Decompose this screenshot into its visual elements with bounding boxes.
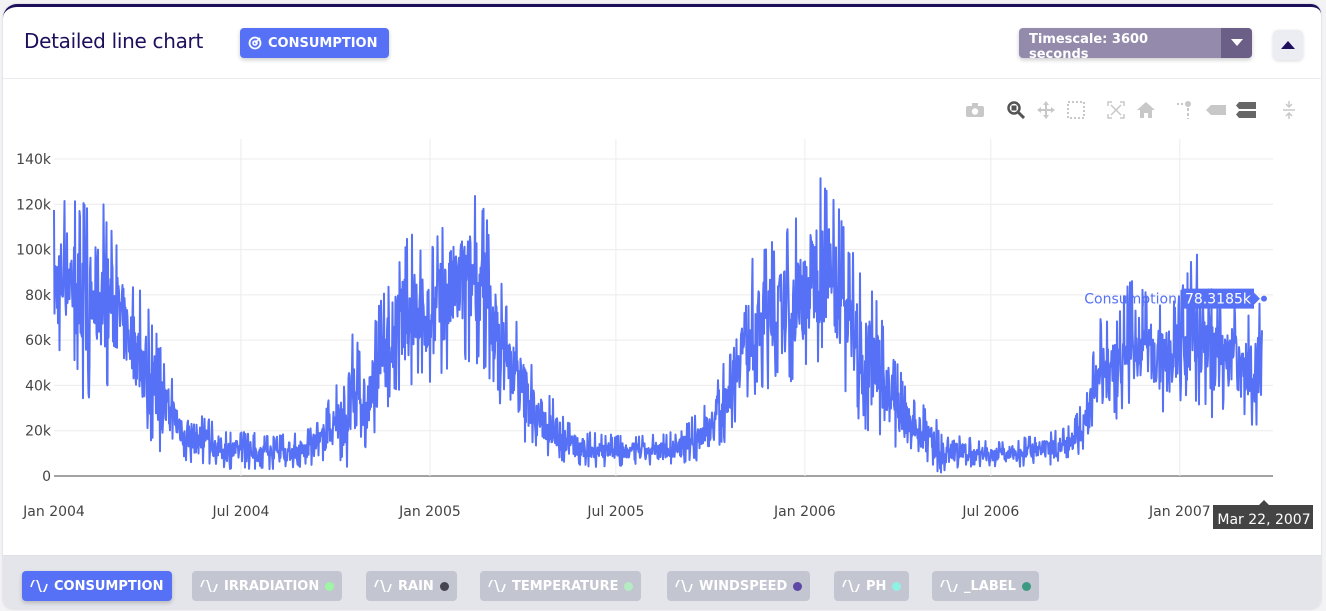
- y-tick-label: 60k: [25, 333, 52, 349]
- y-tick-label: 0: [42, 469, 51, 485]
- badge-label: CONSUMPTION: [268, 35, 378, 51]
- legend-item-label[interactable]: _LABEL: [932, 571, 1039, 601]
- chevron-up-icon: [1281, 41, 1295, 49]
- consumption-series-line: [53, 177, 1263, 474]
- legend-item-consumption[interactable]: CONSUMPTION: [22, 571, 172, 601]
- y-tick-label: 140k: [16, 152, 52, 168]
- timescale-dropdown[interactable]: Timescale: 3600 seconds: [1019, 28, 1252, 58]
- series-legend: CONSUMPTION IRRADIATION RAIN TEMPERATURE WIN…: [3, 555, 1321, 609]
- collapse-button[interactable]: [1273, 30, 1303, 60]
- x-tick-label: Jul 2005: [586, 504, 644, 520]
- series-color-dot: [439, 581, 449, 591]
- x-tick-label: Jan 2004: [22, 504, 85, 520]
- x-tick-label: Jan 2005: [398, 504, 461, 520]
- chevron-down-icon[interactable]: [1221, 28, 1252, 58]
- hover-value: 78.3185k: [1185, 292, 1252, 308]
- target-icon: [248, 36, 262, 50]
- y-tick-label: 120k: [16, 197, 52, 213]
- legend-item-windspeed[interactable]: WINDSPEED: [667, 571, 811, 601]
- hover-date: Mar 22, 2007: [1217, 512, 1310, 528]
- legend-label: IRRADIATION: [224, 578, 320, 594]
- legend-label: TEMPERATURE: [512, 578, 619, 594]
- legend-item-irradiation[interactable]: IRRADIATION: [192, 571, 343, 601]
- legend-label: _LABEL: [964, 578, 1016, 594]
- x-tick-label: Jan 2007: [1148, 504, 1211, 520]
- hover-point: [1261, 295, 1267, 302]
- series-color-dot: [624, 581, 634, 591]
- legend-label: WINDSPEED: [699, 578, 788, 594]
- wave-icon: [374, 580, 392, 592]
- hover-series-name: Consumption: [1084, 292, 1177, 308]
- legend-item-temperature[interactable]: TEMPERATURE: [480, 571, 642, 601]
- wave-icon: [488, 580, 506, 592]
- legend-label: CONSUMPTION: [54, 578, 164, 594]
- card-header: Detailed line chart CONSUMPTION Timescal…: [3, 7, 1321, 79]
- y-tick-label: 20k: [25, 424, 52, 440]
- wave-icon: [30, 580, 48, 592]
- series-color-dot: [892, 581, 902, 591]
- legend-label: PH: [866, 578, 887, 594]
- series-color-dot: [793, 581, 803, 591]
- legend-label: RAIN: [398, 578, 434, 594]
- y-tick-label: 40k: [25, 378, 52, 394]
- wave-icon: [842, 580, 860, 592]
- consumption-badge[interactable]: CONSUMPTION: [240, 28, 389, 58]
- y-tick-label: 80k: [25, 288, 52, 304]
- chart-card: Detailed line chart CONSUMPTION Timescal…: [3, 4, 1321, 609]
- legend-item-ph[interactable]: PH: [834, 571, 910, 601]
- wave-icon: [675, 580, 693, 592]
- y-tick-label: 100k: [16, 243, 52, 259]
- line-chart[interactable]: 0 20k 40k 60k 80k 100k 120k 140k Jan 2004 Jul 200…: [3, 79, 1321, 555]
- series-color-dot: [1021, 581, 1031, 591]
- legend-item-rain[interactable]: RAIN: [366, 571, 457, 601]
- x-tick-label: Jan 2006: [773, 504, 836, 520]
- timescale-label: Timescale: 3600 seconds: [1029, 32, 1149, 58]
- wave-icon: [200, 580, 218, 592]
- card-title: Detailed line chart: [24, 29, 204, 53]
- wave-icon: [940, 580, 958, 592]
- series-color-dot: [325, 581, 335, 591]
- x-tick-label: Jul 2006: [961, 504, 1019, 520]
- x-tick-label: Jul 2004: [211, 504, 269, 520]
